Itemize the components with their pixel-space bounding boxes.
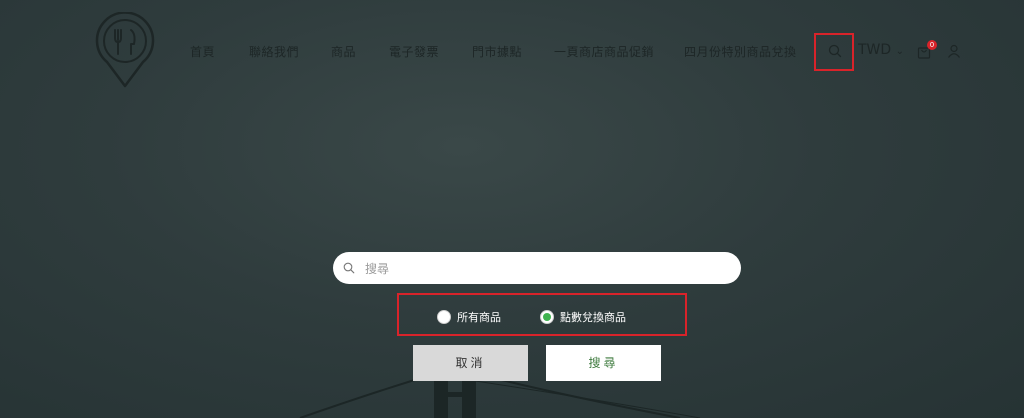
cancel-button[interactable]: 取消: [413, 345, 528, 381]
radio-points-exchange-products[interactable]: 點數兌換商品: [540, 309, 626, 325]
currency-selector[interactable]: TWD ⌄: [858, 42, 904, 58]
currency-label: TWD: [858, 42, 892, 58]
nav-item-e-invoice[interactable]: 電子發票: [389, 43, 439, 60]
radio-all-products-label: 所有商品: [457, 311, 501, 324]
search-bar: [333, 252, 741, 284]
nav-item-home[interactable]: 首頁: [190, 43, 215, 60]
nav-item-one-page-promo[interactable]: 一頁商店商品促銷: [554, 43, 654, 60]
radio-selected-indicator: [540, 310, 554, 324]
nav-item-contact[interactable]: 聯絡我們: [249, 43, 299, 60]
nav-item-stores[interactable]: 門市據點: [472, 43, 522, 60]
search-input-icon: [343, 262, 355, 274]
search-icon[interactable]: [828, 44, 842, 58]
user-icon[interactable]: [947, 44, 961, 58]
search-submit-button[interactable]: 搜尋: [546, 345, 661, 381]
cart-count-badge: 0: [927, 40, 937, 50]
chevron-down-icon: ⌄: [895, 46, 905, 57]
search-input[interactable]: [363, 258, 727, 280]
nav-item-april-exchange[interactable]: 四月份特別商品兌換: [684, 43, 797, 60]
radio-all-products[interactable]: 所有商品: [437, 309, 501, 325]
nav-item-products[interactable]: 商品: [331, 43, 356, 60]
logo-icon[interactable]: [94, 12, 156, 88]
radio-points-exchange-label: 點數兌換商品: [560, 311, 626, 324]
radio-unselected-indicator: [437, 310, 451, 324]
